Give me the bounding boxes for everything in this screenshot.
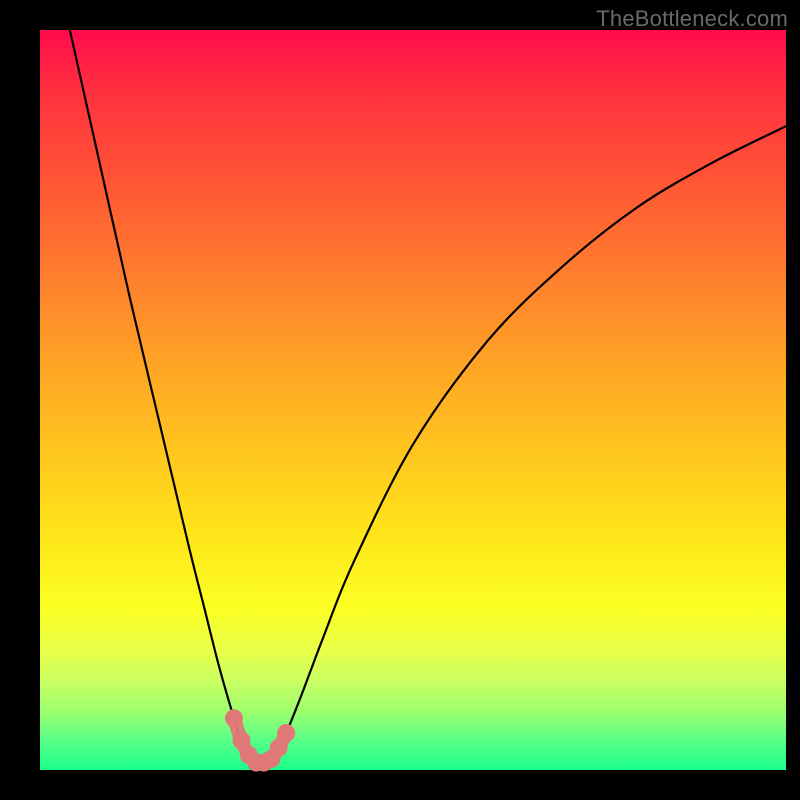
- plot-area: [40, 30, 786, 770]
- curve-svg: [40, 30, 786, 770]
- watermark-label: TheBottleneck.com: [596, 6, 788, 32]
- chart-frame: TheBottleneck.com: [0, 0, 800, 800]
- highlight-dot: [277, 724, 295, 742]
- highlight-dot: [225, 709, 243, 727]
- bottleneck-curve: [70, 30, 786, 763]
